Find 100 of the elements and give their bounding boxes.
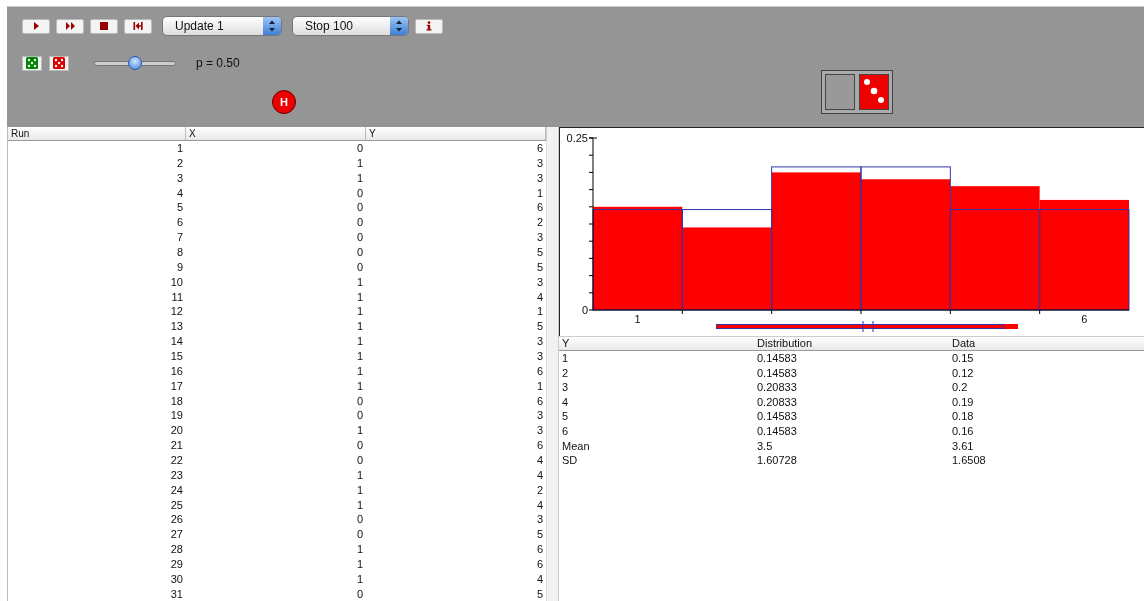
table-cell-text: 5 xyxy=(535,259,544,275)
table-cell-text: 13 xyxy=(169,319,184,335)
die-button[interactable] xyxy=(49,55,69,71)
table-cell-text: 1 xyxy=(355,304,364,320)
table-cell-text: 3 xyxy=(535,334,544,350)
table-cell-text: 1 xyxy=(355,334,364,350)
table-cell-text: 3 xyxy=(535,170,544,186)
column-header[interactable]: Distribution xyxy=(754,337,949,350)
table-cell-text: 23 xyxy=(169,467,184,483)
table-cell-text: 0 xyxy=(355,200,364,216)
status-badge: H xyxy=(272,90,296,114)
table-cell-text: 0.2 xyxy=(951,380,969,395)
x-tick-label: 1 xyxy=(634,313,641,325)
reset-button[interactable] xyxy=(124,18,152,34)
table-cell-text: 3 xyxy=(535,512,544,528)
table-cell-text: 2 xyxy=(535,215,544,231)
table-cell-text: 4 xyxy=(535,497,544,513)
empty-view-button[interactable] xyxy=(825,74,855,110)
fast-forward-button[interactable] xyxy=(56,18,84,34)
table-cell-text: 1 xyxy=(355,170,364,186)
table-cell-text: 3 xyxy=(535,230,544,245)
table-cell-text: 0 xyxy=(355,245,364,260)
table-cell-text: 0.14583 xyxy=(756,351,798,366)
table-cell-text: 5 xyxy=(561,409,570,424)
die-button[interactable] xyxy=(22,55,42,71)
table-cell-text: 3 xyxy=(535,155,544,171)
table-cell-text: 0.19 xyxy=(951,394,975,410)
play-icon xyxy=(31,21,41,31)
table-cell-text: 2 xyxy=(175,155,184,171)
table-cell-text: 0 xyxy=(355,393,364,409)
info-icon xyxy=(424,21,434,31)
table-cell-text: 19 xyxy=(169,408,184,424)
table-cell-text: 4 xyxy=(175,185,184,201)
table-cell-text: 6 xyxy=(535,200,544,216)
die-view-button[interactable] xyxy=(859,74,889,110)
table-cell-text: 9 xyxy=(175,259,184,275)
fast-forward-icon xyxy=(65,21,75,31)
table-cell-text: 1 xyxy=(355,349,364,364)
table-cell-text: 3 xyxy=(535,423,544,439)
table-cell-text: 4 xyxy=(535,289,544,305)
table-cell-text: 6 xyxy=(535,363,544,379)
table-cell-text: 0 xyxy=(355,408,364,424)
stop-button[interactable] xyxy=(90,18,118,34)
table-cell-text: 1 xyxy=(535,304,544,320)
table-cell-text: 16 xyxy=(169,363,184,379)
table-cell-text: 18 xyxy=(169,393,184,409)
stop-icon xyxy=(99,21,109,31)
table-cell-text: 30 xyxy=(169,571,184,587)
table-cell-text: 1.6508 xyxy=(951,453,987,468)
table-cell-text: 0.20833 xyxy=(756,380,798,395)
table-cell-text: 1 xyxy=(355,482,364,498)
play-button[interactable] xyxy=(22,18,50,34)
column-header[interactable]: Run xyxy=(8,127,186,140)
table-cell-text: 5 xyxy=(175,200,184,216)
table-cell-text: 0.14583 xyxy=(756,423,798,439)
table-cell-text: 1 xyxy=(355,378,364,394)
slider-thumb[interactable] xyxy=(128,56,142,70)
x-tick-label: 6 xyxy=(1081,313,1088,325)
table-cell-text: 7 xyxy=(175,230,184,245)
table-cell-text: 21 xyxy=(169,438,184,454)
table-cell-text: 1 xyxy=(175,141,184,156)
table-cell-text: 1 xyxy=(355,467,364,483)
skip-back-icon xyxy=(133,21,143,31)
table-cell-text: 11 xyxy=(170,289,184,305)
table-cell-text: 4 xyxy=(535,571,544,587)
info-button[interactable] xyxy=(415,18,443,34)
table-cell-text: 0.20833 xyxy=(756,394,798,410)
table-cell-text: 4 xyxy=(535,467,544,483)
table-cell-text: 1 xyxy=(355,542,364,558)
table-cell-text: 1 xyxy=(355,155,364,171)
column-header[interactable]: Data xyxy=(949,337,1144,350)
table-cell-text: 6 xyxy=(535,542,544,558)
table-cell-text: 5 xyxy=(535,319,544,335)
table-cell-text: 1 xyxy=(355,571,364,587)
table-cell-text: 1 xyxy=(561,351,570,366)
table-cell-text: 31 xyxy=(169,586,184,601)
table-cell-text: 10 xyxy=(169,274,184,290)
table-cell-text: 0 xyxy=(355,527,364,543)
table-cell-text: 0 xyxy=(355,512,364,528)
column-header[interactable]: Y xyxy=(559,337,754,350)
table-cell-text: SD xyxy=(561,453,579,468)
table-cell-text: 3 xyxy=(535,274,544,290)
probability-slider[interactable] xyxy=(94,56,176,70)
table-cell-text: 0.12 xyxy=(951,365,975,381)
table-cell-text: 1.60728 xyxy=(756,453,798,468)
table-cell-text: 6 xyxy=(535,141,544,156)
column-header[interactable]: X xyxy=(186,127,366,140)
table-cell-text: 1 xyxy=(355,497,364,513)
table-cell-text: 3 xyxy=(175,170,184,186)
table-cell-text: 0.16 xyxy=(951,423,975,439)
table-cell-text: 6 xyxy=(535,438,544,454)
table-cell-text: 0 xyxy=(355,141,364,156)
table-cell-text: 3 xyxy=(535,408,544,424)
y-tick-label: 0 xyxy=(581,304,588,316)
table-cell-text: 1 xyxy=(355,289,364,305)
table-cell-text: 0 xyxy=(355,185,364,201)
table-cell-text: 6 xyxy=(561,423,570,439)
table-cell-text: 12 xyxy=(169,304,184,320)
stop-dropdown[interactable]: Stop 100 xyxy=(292,16,409,36)
update-dropdown[interactable]: Update 1 xyxy=(162,16,282,36)
